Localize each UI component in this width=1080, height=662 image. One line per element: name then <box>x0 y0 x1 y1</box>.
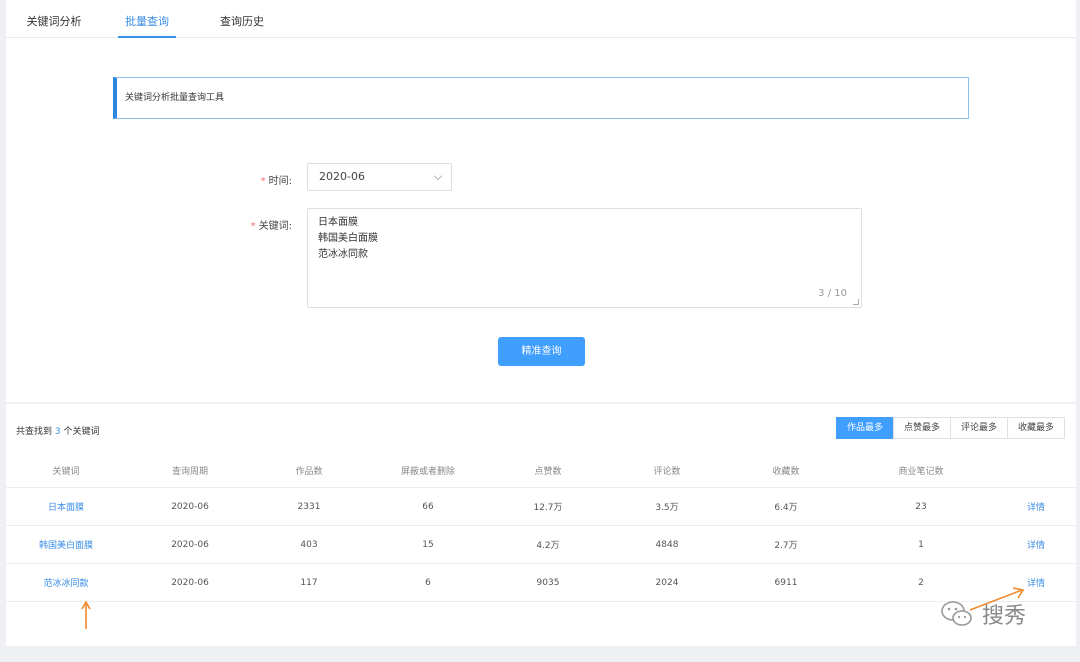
keyword-line: 日本面膜 <box>318 217 358 228</box>
tab-batch-query[interactable]: 批量查询 <box>118 0 176 38</box>
tool-notice: 关键词分析批量查询工具 <box>113 77 969 119</box>
blocked-cell: 15 <box>422 539 434 550</box>
table-row: 韩国美白面膜 2020-06 403 15 4.2万 4848 2.7万 1 详… <box>6 526 1076 564</box>
tab-bar: 关键词分析 批量查询 查询历史 <box>6 0 1076 38</box>
query-panel: 关键词分析 批量查询 查询历史 关键词分析批量查询工具 * 时间: 2020-06… <box>6 0 1076 402</box>
comments-cell: 3.5万 <box>655 503 679 513</box>
annotation-arrow-up-icon <box>81 600 91 629</box>
keyword-link[interactable]: 范冰冰同款 <box>16 564 116 601</box>
tab-keyword-analysis[interactable]: 关键词分析 <box>26 0 82 38</box>
blocked-cell: 6 <box>425 577 431 588</box>
favorites-cell: 6.4万 <box>774 503 798 513</box>
tab-query-history[interactable]: 查询历史 <box>218 0 266 38</box>
summary-prefix: 共查找到 <box>16 427 53 437</box>
required-mark: * <box>250 221 256 232</box>
likes-cell: 9035 <box>536 577 560 588</box>
col-favorites: 收藏数 <box>772 467 800 477</box>
summary-count: 3 <box>54 427 61 437</box>
favorites-cell: 6911 <box>774 577 798 588</box>
table-header: 关键词 查询周期 作品数 屏蔽或者删除 点赞数 评论数 收藏数 商业笔记数 <box>6 454 1076 488</box>
sort-most-works-button[interactable]: 作品最多 <box>836 417 894 439</box>
col-likes: 点赞数 <box>534 467 562 477</box>
keyword-textarea[interactable]: 日本面膜 韩国美白面膜 范冰冰同款 3 / 10 <box>307 208 862 308</box>
period-cell: 2020-06 <box>171 539 209 550</box>
precise-query-button[interactable]: 精准查询 <box>498 337 585 366</box>
time-label-text: 时间: <box>268 176 292 187</box>
keyword-line: 范冰冰同款 <box>318 249 368 260</box>
period-cell: 2020-06 <box>171 501 209 512</box>
likes-cell: 12.7万 <box>533 503 563 513</box>
results-table: 关键词 查询周期 作品数 屏蔽或者删除 点赞数 评论数 收藏数 商业笔记数 日本… <box>6 454 1076 602</box>
watermark-text: 搜秀 <box>982 604 1027 629</box>
summary-suffix: 个关键词 <box>63 427 100 437</box>
required-mark: * <box>260 176 266 187</box>
keyword-counter: 3 / 10 <box>818 288 847 299</box>
business-cell: 1 <box>918 539 924 550</box>
results-summary: 共查找到 3 个关键词 <box>16 424 100 437</box>
sort-most-likes-button[interactable]: 点赞最多 <box>893 417 951 439</box>
col-keyword: 关键词 <box>52 467 80 477</box>
table-row: 日本面膜 2020-06 2331 66 12.7万 3.5万 6.4万 23 … <box>6 488 1076 526</box>
likes-cell: 4.2万 <box>536 541 560 551</box>
comments-cell: 4848 <box>655 539 679 550</box>
col-blocked: 屏蔽或者删除 <box>400 467 455 477</box>
favorites-cell: 2.7万 <box>774 541 798 551</box>
keyword-line: 韩国美白面膜 <box>318 233 378 244</box>
col-comments: 评论数 <box>653 467 681 477</box>
col-period: 查询周期 <box>171 467 208 477</box>
sort-button-group: 作品最多 点赞最多 评论最多 收藏最多 <box>836 417 1065 439</box>
works-cell: 2331 <box>297 501 321 512</box>
keyword-link[interactable]: 日本面膜 <box>16 488 116 525</box>
col-business-notes: 商业笔记数 <box>898 467 944 477</box>
sort-most-comments-button[interactable]: 评论最多 <box>950 417 1008 439</box>
table-row: 范冰冰同款 2020-06 117 6 9035 2024 6911 2 详情 <box>6 564 1076 602</box>
chevron-down-icon <box>433 171 443 181</box>
blocked-cell: 66 <box>422 501 434 512</box>
comments-cell: 2024 <box>655 577 679 588</box>
time-select-value: 2020-06 <box>319 170 365 183</box>
period-cell: 2020-06 <box>171 577 209 588</box>
works-cell: 117 <box>300 577 318 588</box>
business-cell: 23 <box>915 501 927 512</box>
results-panel: 共查找到 3 个关键词 作品最多 点赞最多 评论最多 收藏最多 关键词 查询周期… <box>6 404 1076 646</box>
detail-link[interactable]: 详情 <box>1016 488 1056 525</box>
resize-handle[interactable] <box>853 299 859 305</box>
detail-link[interactable]: 详情 <box>1016 526 1056 563</box>
time-label: * 时间: <box>212 172 292 187</box>
time-select[interactable]: 2020-06 <box>307 163 452 191</box>
keyword-label: * 关键词: <box>212 217 292 232</box>
col-works: 作品数 <box>295 467 323 477</box>
wechat-icon <box>941 601 972 626</box>
keyword-label-text: 关键词: <box>258 221 292 232</box>
works-cell: 403 <box>300 539 318 550</box>
keyword-link[interactable]: 韩国美白面膜 <box>16 526 116 563</box>
watermark: 搜秀 <box>940 596 1026 632</box>
sort-most-favorites-button[interactable]: 收藏最多 <box>1007 417 1065 439</box>
